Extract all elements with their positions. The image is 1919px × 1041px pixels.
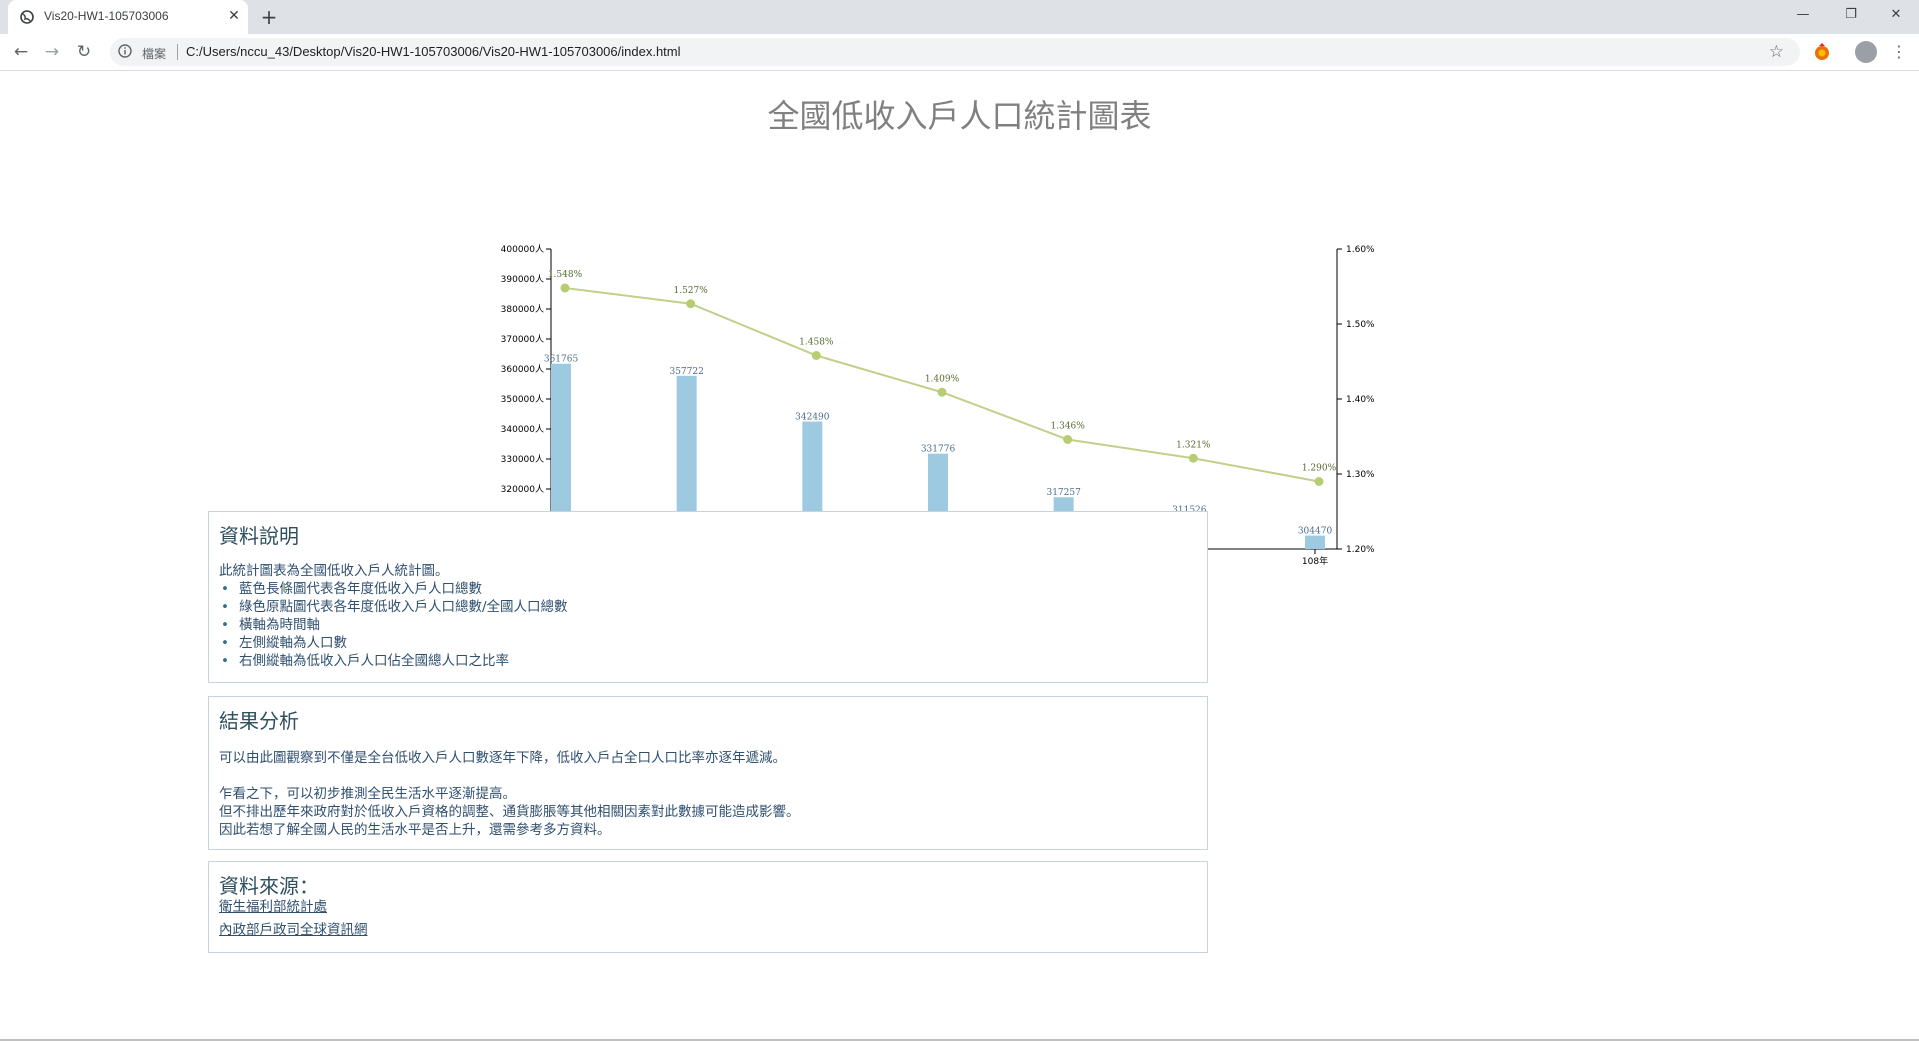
active-tab[interactable]: Vis20-HW1-105703006 ✕ [8, 0, 248, 34]
left-axis-tick-label: 320000人 [501, 484, 544, 495]
right-axis-tick-label: 1.50% [1346, 320, 1375, 330]
bar-value-label: 357722 [669, 367, 703, 377]
left-axis-tick-label: 370000人 [501, 334, 544, 345]
forward-arrow-icon[interactable]: → [40, 40, 64, 64]
ratio-value-label: 1.527% [674, 286, 709, 296]
page-content: 全國低收入戶人口統計圖表 300000人310000人320000人330000… [0, 71, 1919, 1041]
description-list: 藍色長條圖代表各年度低收入戶人口總數 綠色原點圖代表各年度低收入戶人口總數/全國… [219, 580, 568, 670]
restore-button[interactable]: ❐ [1828, 0, 1874, 30]
left-axis-tick-label: 380000人 [501, 304, 544, 315]
tab-close-icon[interactable]: ✕ [226, 8, 242, 24]
extension-icon[interactable] [1812, 42, 1832, 62]
menu-dots-icon[interactable]: ⋮ [1891, 40, 1907, 64]
ratio-point [1188, 453, 1198, 463]
bar-value-label: 317257 [1046, 488, 1081, 498]
ratio-value-label: 1.346% [1051, 422, 1086, 432]
analysis-paragraph: 但不排出歷年來政府對於低收入戶資格的調整、通貨膨脹等其他相關因素對此數據可能造成… [219, 804, 800, 820]
bar-value-label: 304470 [1298, 527, 1333, 537]
page-title: 全國低收入戶人口統計圖表 [767, 97, 1152, 135]
left-axis-tick-label: 360000人 [501, 364, 544, 375]
left-axis-tick-label: 400000人 [501, 244, 544, 255]
left-axis-tick-label: 330000人 [501, 454, 544, 465]
browser-window: Vis20-HW1-105703006 ✕ + — ❐ ✕ ← → ↻ 檔案 C… [0, 0, 1919, 1041]
ratio-point [937, 387, 947, 397]
ratio-value-label: 1.290% [1302, 464, 1337, 474]
reload-icon[interactable]: ↻ [72, 40, 96, 64]
list-item: 右側縱軸為低收入戶人口佔全國總人口之比率 [221, 652, 568, 670]
left-axis-tick-label: 390000人 [501, 274, 544, 285]
minimize-button[interactable]: — [1780, 0, 1826, 30]
list-item: 綠色原點圖代表各年度低收入戶人口總數/全國人口總數 [221, 598, 568, 616]
info-icon[interactable] [118, 44, 132, 58]
ratio-value-label: 1.321% [1176, 440, 1211, 450]
list-item: 左側縱軸為人口數 [221, 634, 568, 652]
site-label: 檔案 [142, 47, 167, 61]
ratio-value-label: 1.548% [548, 270, 583, 280]
address-divider [177, 44, 178, 60]
bar-value-label: 331776 [921, 445, 956, 455]
sources-heading: 資料來源： [219, 874, 319, 898]
bar-value-label: 361765 [544, 355, 579, 365]
ratio-value-label: 1.458% [799, 338, 834, 348]
left-axis-tick-label: 340000人 [501, 424, 544, 435]
tab-bar: Vis20-HW1-105703006 ✕ + — ❐ ✕ [0, 0, 1919, 34]
globe-icon [20, 10, 34, 24]
source-link[interactable]: 內政部戶政司全球資訊網 [219, 919, 368, 942]
back-arrow-icon[interactable]: ← [9, 40, 33, 64]
ratio-point [560, 283, 570, 293]
new-tab-button[interactable]: + [258, 6, 280, 28]
address-bar[interactable]: 檔案 C:/Users/nccu_43/Desktop/Vis20-HW1-10… [110, 38, 1800, 66]
description-panel: 資料說明 此統計圖表為全國低收入戶人統計圖。 藍色長條圖代表各年度低收入戶人口總… [208, 511, 1208, 683]
url-text[interactable]: C:/Users/nccu_43/Desktop/Vis20-HW1-10570… [186, 44, 681, 59]
x-axis-tick-label: 108年 [1302, 555, 1328, 567]
list-item: 橫軸為時間軸 [221, 616, 568, 634]
ratio-point [1063, 435, 1073, 444]
list-item: 藍色長條圖代表各年度低收入戶人口總數 [221, 580, 568, 598]
source-link[interactable]: 衛生福利部統計處 [219, 896, 368, 919]
analysis-paragraph: 因此若想了解全國人民的生活水平是否上升，還需參考多方資料。 [219, 822, 611, 838]
description-intro: 此統計圖表為全國低收入戶人統計圖。 [219, 563, 449, 579]
analysis-paragraph: 可以由此圖觀察到不僅是全台低收入戶人口數逐年下降，低收入戶占全口人口比率亦逐年遞… [219, 750, 786, 766]
ratio-point [811, 351, 821, 360]
analysis-panel: 結果分析 可以由此圖觀察到不僅是全台低收入戶人口數逐年下降，低收入戶占全口人口比… [208, 696, 1208, 850]
right-axis-tick-label: 1.30% [1346, 470, 1375, 480]
right-axis-tick-label: 1.60% [1346, 245, 1375, 255]
browser-toolbar: ← → ↻ 檔案 C:/Users/nccu_43/Desktop/Vis20-… [0, 34, 1919, 71]
close-window-button[interactable]: ✕ [1873, 0, 1919, 30]
profile-avatar-icon[interactable] [1855, 41, 1877, 63]
bar [1305, 535, 1325, 549]
sources-panel: 資料來源： 衛生福利部統計處 內政部戶政司全球資訊網 [208, 861, 1208, 953]
bar-value-label: 342490 [795, 413, 830, 423]
ratio-point [686, 299, 696, 309]
tab-title: Vis20-HW1-105703006 [44, 9, 169, 23]
analysis-paragraph: 乍看之下，可以初步推測全民生活水平逐漸提高。 [219, 786, 516, 802]
left-axis-tick-label: 350000人 [501, 394, 544, 405]
description-heading: 資料說明 [219, 524, 299, 548]
right-axis-tick-label: 1.20% [1346, 545, 1375, 555]
bookmark-star-icon[interactable]: ☆ [1769, 42, 1784, 62]
ratio-point [1314, 477, 1324, 486]
ratio-value-label: 1.409% [925, 374, 960, 384]
right-axis-tick-label: 1.40% [1346, 395, 1375, 405]
analysis-heading: 結果分析 [219, 709, 299, 733]
